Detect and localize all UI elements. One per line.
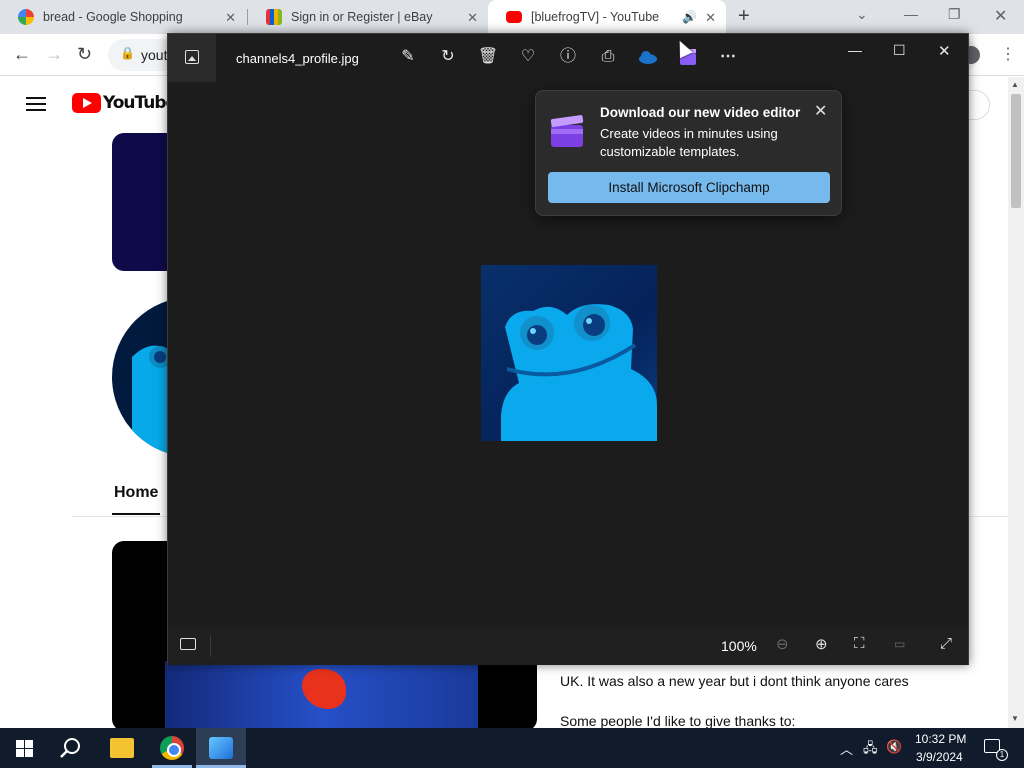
- close-tab-icon[interactable]: ✕: [225, 10, 236, 26]
- zoom-out-icon[interactable]: ⊖: [776, 635, 789, 653]
- video-description-line: Some people I'd like to give thanks to:: [560, 713, 796, 729]
- scrollbar-thumb[interactable]: [1011, 94, 1021, 208]
- youtube-icon: [506, 11, 522, 23]
- maximize-icon[interactable]: ☐: [893, 42, 906, 59]
- tab-label: [bluefrogTV] - YouTube: [531, 10, 660, 24]
- search-icon[interactable]: [58, 735, 84, 761]
- video-description-line: UK. It was also a new year but i dont th…: [560, 673, 909, 689]
- close-window-icon[interactable]: ✕: [938, 42, 951, 60]
- minimize-icon[interactable]: —: [848, 42, 862, 58]
- chrome-menu-icon[interactable]: ⋮: [1000, 44, 1016, 64]
- tab-youtube[interactable]: [bluefrogTV] - YouTube 🔊 ✕: [488, 0, 726, 34]
- file-explorer-icon[interactable]: [110, 738, 134, 758]
- forward-icon[interactable]: →: [45, 44, 63, 65]
- back-icon[interactable]: ←: [13, 44, 31, 65]
- show-hidden-icons-icon[interactable]: ︿: [840, 739, 853, 758]
- clipchamp-promo-popup: Download our new video editor Create vid…: [535, 90, 842, 216]
- actual-size-icon[interactable]: ▭: [894, 637, 905, 651]
- notification-badge: 1: [996, 749, 1008, 761]
- volume-muted-icon[interactable]: 🔇: [886, 739, 902, 755]
- menu-icon[interactable]: [26, 97, 46, 111]
- favorite-icon[interactable]: ♡: [517, 46, 539, 68]
- fit-to-window-icon[interactable]: ⛶: [854, 635, 865, 652]
- scroll-up-arrow-icon[interactable]: ▲: [1011, 80, 1019, 89]
- youtube-play-icon: [72, 93, 101, 113]
- popup-body: Create videos in minutes using customiza…: [600, 126, 778, 159]
- chrome-icon[interactable]: [160, 736, 184, 760]
- browser-tab-strip: bread - Google Shopping ✕ Sign in or Reg…: [0, 0, 1024, 34]
- photos-icon[interactable]: [209, 737, 233, 759]
- tab-label: bread - Google Shopping: [43, 10, 183, 24]
- edit-icon[interactable]: ✎: [397, 46, 419, 68]
- rotate-icon[interactable]: ↻: [437, 46, 459, 68]
- info-icon[interactable]: ⓘ: [557, 46, 579, 68]
- lock-icon[interactable]: 🔒: [120, 46, 135, 60]
- minimize-icon[interactable]: —: [904, 6, 918, 22]
- close-tab-icon[interactable]: ✕: [467, 10, 478, 26]
- frog-image-icon: [501, 304, 657, 441]
- reload-icon[interactable]: ↻: [77, 44, 92, 65]
- active-tab-indicator: [112, 513, 160, 515]
- new-tab-button[interactable]: +: [738, 5, 750, 28]
- install-clipchamp-button[interactable]: Install Microsoft Clipchamp: [548, 172, 830, 203]
- close-window-icon[interactable]: ✕: [994, 6, 1007, 26]
- zoom-in-icon[interactable]: ⊕: [815, 635, 828, 653]
- ebay-icon: [266, 9, 282, 25]
- popup-title: Download our new video editor: [600, 105, 801, 120]
- clipchamp-icon: [550, 115, 584, 147]
- clock-date[interactable]: 3/9/2024: [916, 750, 963, 764]
- viewer-bottom-bar: 100% ⊖ ⊕ ⛶ ▭ ⤢: [168, 627, 968, 665]
- gallery-icon: [185, 50, 199, 64]
- windows-taskbar: ︿ 🖧 🔇 10:32 PM 3/9/2024 1: [0, 728, 1024, 768]
- gallery-button[interactable]: [168, 34, 216, 82]
- print-icon[interactable]: ⎙: [597, 46, 619, 68]
- tab-ebay[interactable]: Sign in or Register | eBay ✕: [248, 0, 488, 34]
- filmstrip-icon[interactable]: [180, 638, 196, 650]
- tab-label: Sign in or Register | eBay: [291, 10, 433, 24]
- speaker-icon[interactable]: 🔊: [682, 10, 697, 24]
- onedrive-icon[interactable]: [637, 46, 659, 68]
- google-shopping-icon: [18, 9, 34, 25]
- fullscreen-icon[interactable]: ⤢: [940, 635, 952, 652]
- photos-viewer-window: channels4_profile.jpg ✎ ↻ 🗑 ♡ ⓘ ⎙ ⋯ — ☐ …: [167, 33, 969, 665]
- network-icon[interactable]: 🖧: [863, 739, 878, 761]
- scroll-down-arrow-icon[interactable]: ▼: [1011, 714, 1019, 723]
- clock-time[interactable]: 10:32 PM: [915, 732, 966, 746]
- separator: [210, 635, 211, 657]
- delete-icon[interactable]: 🗑: [477, 46, 499, 68]
- youtube-logo[interactable]: YouTube: [72, 93, 177, 113]
- tab-google-shopping[interactable]: bread - Google Shopping ✕: [0, 0, 246, 34]
- file-name: channels4_profile.jpg: [236, 51, 359, 66]
- tab-search-icon[interactable]: ⌄: [856, 6, 868, 23]
- close-popup-icon[interactable]: ✕: [814, 101, 827, 121]
- start-icon[interactable]: [16, 740, 33, 757]
- more-icon[interactable]: ⋯: [717, 46, 739, 68]
- zoom-level[interactable]: 100%: [721, 638, 757, 654]
- url-text[interactable]: yout: [141, 47, 167, 63]
- close-tab-icon[interactable]: ✕: [705, 10, 716, 26]
- restore-icon[interactable]: ❐: [948, 6, 961, 23]
- displayed-image[interactable]: [481, 265, 657, 441]
- tab-home[interactable]: Home: [114, 484, 158, 502]
